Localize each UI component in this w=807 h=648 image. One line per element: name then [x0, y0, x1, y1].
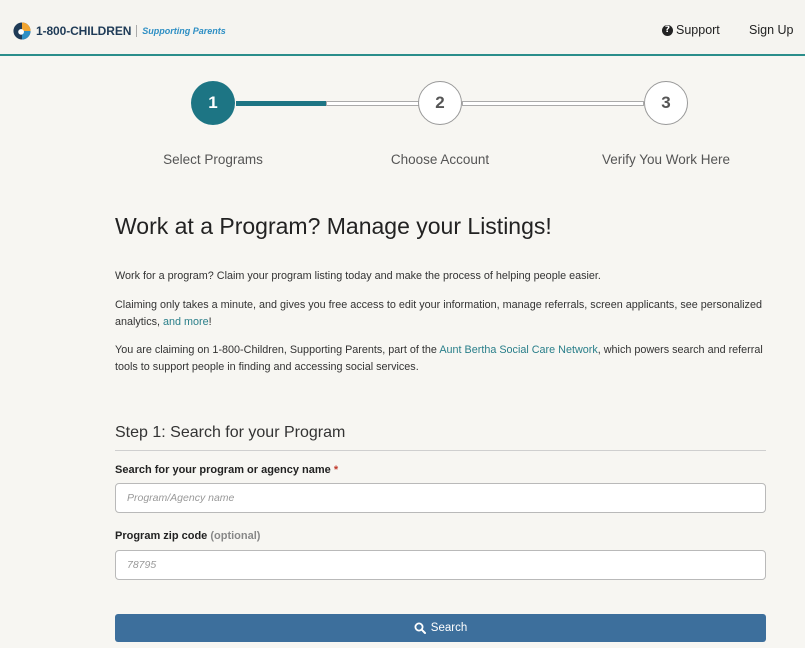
brand-divider: [136, 25, 138, 37]
stepper-connector-1-2-idle: [326, 101, 420, 106]
zip-code-label: Program zip code (optional): [115, 530, 260, 542]
brand-logo[interactable]: 1-800-CHILDREN Supporting Parents: [13, 22, 226, 40]
top-navbar: 1-800-CHILDREN Supporting Parents ? Supp…: [0, 0, 805, 56]
program-name-input[interactable]: [115, 483, 766, 513]
support-link[interactable]: ? Support: [662, 23, 720, 37]
step-1-label: Select Programs: [163, 152, 263, 167]
step-3-label: Verify You Work Here: [601, 152, 731, 167]
stepper-connector-2-3: [462, 101, 644, 106]
page: 1-800-CHILDREN Supporting Parents ? Supp…: [0, 0, 805, 648]
required-asterisk: *: [333, 464, 339, 476]
stepper-connector-active: [236, 101, 326, 106]
and-more-link[interactable]: and more: [163, 316, 209, 328]
step-3-circle: 3: [644, 81, 688, 125]
intro-paragraph-3-text: You are claiming on 1-800-Children, Supp…: [115, 344, 440, 356]
intro-paragraph-1: Work for a program? Claim your program l…: [115, 270, 601, 282]
question-circle-icon: ?: [662, 24, 673, 36]
search-button[interactable]: Search: [115, 614, 766, 642]
optional-tag: (optional): [210, 530, 261, 542]
step-2-label: Choose Account: [390, 152, 490, 167]
step-1-circle: 1: [191, 81, 235, 125]
brand-tagline: Supporting Parents: [142, 26, 226, 36]
brand-name: 1-800-CHILDREN: [36, 24, 132, 38]
zip-code-input[interactable]: [115, 550, 766, 580]
program-name-label: Search for your program or agency name *: [115, 464, 338, 476]
brand-logo-icon: [13, 22, 31, 40]
support-label: Support: [676, 23, 720, 37]
intro-paragraph-3: You are claiming on 1-800-Children, Supp…: [115, 342, 765, 376]
intro-paragraph-2: Claiming only takes a minute, and gives …: [115, 297, 765, 331]
aunt-bertha-network-link[interactable]: Aunt Bertha Social Care Network: [439, 344, 597, 356]
search-button-label: Search: [430, 622, 468, 634]
signup-link[interactable]: Sign Up: [749, 23, 793, 37]
intro-paragraph-2-end: !: [208, 316, 212, 328]
section-divider: [115, 450, 766, 451]
search-icon: [414, 622, 426, 634]
step-1-heading: Step 1: Search for your Program: [115, 424, 346, 441]
page-title: Work at a Program? Manage your Listings!: [115, 213, 552, 239]
program-name-label-text: Search for your program or agency name: [115, 464, 331, 476]
intro-paragraph-2-text: Claiming only takes a minute, and gives …: [115, 299, 762, 328]
zip-code-label-text: Program zip code: [115, 530, 208, 542]
step-2-circle: 2: [418, 81, 462, 125]
